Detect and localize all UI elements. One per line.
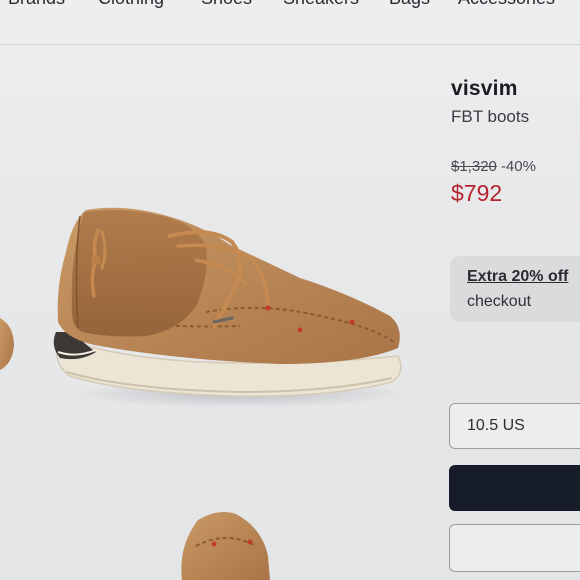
nav-item-brands[interactable]: Brands — [8, 0, 65, 9]
nav-item-clothing[interactable]: Clothing — [98, 0, 164, 9]
sale-price: $792 — [451, 180, 503, 206]
discount-label: -40% — [500, 158, 536, 175]
add-to-bag-button[interactable] — [449, 465, 580, 511]
promo-subtitle: checkout — [467, 293, 532, 310]
nav-item-accessories[interactable]: Accessories — [458, 0, 555, 9]
screen: Brands Clothing Shoes Sneakers Bags Acce… — [0, 0, 580, 580]
product-photo — [0, 207, 410, 580]
top-navigation: Brands Clothing Shoes Sneakers Bags Acce… — [0, 0, 580, 45]
product-image-gallery[interactable] — [0, 46, 440, 580]
secondary-action-button[interactable] — [449, 524, 580, 572]
price-row: $1,320 -40% — [451, 158, 536, 175]
nav-item-bags[interactable]: Bags — [389, 0, 430, 9]
product-brand[interactable]: visvim — [451, 77, 518, 101]
nav-item-sneakers[interactable]: Sneakers — [283, 0, 359, 9]
selected-size: 10.5 US — [467, 417, 525, 434]
nav-item-shoes[interactable]: Shoes — [201, 0, 252, 9]
size-dropdown[interactable]: 10.5 US — [449, 403, 580, 449]
promo-title[interactable]: Extra 20% off — [467, 268, 568, 286]
original-price: $1,320 — [451, 158, 497, 175]
product-name: FBT boots — [451, 107, 530, 126]
promo-banner[interactable]: Extra 20% off checkout — [450, 256, 580, 322]
